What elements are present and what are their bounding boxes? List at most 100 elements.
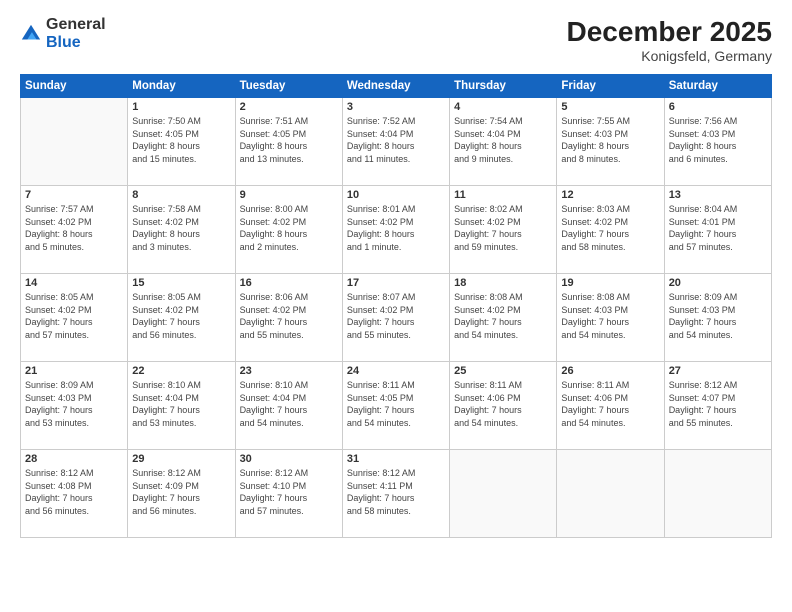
day-info: Sunrise: 8:11 AMSunset: 4:06 PMDaylight:… <box>561 379 659 429</box>
day-info: Sunrise: 8:05 AMSunset: 4:02 PMDaylight:… <box>25 291 123 341</box>
calendar-header-row: Sunday Monday Tuesday Wednesday Thursday… <box>21 75 772 98</box>
day-info: Sunrise: 7:54 AMSunset: 4:04 PMDaylight:… <box>454 115 552 165</box>
calendar: Sunday Monday Tuesday Wednesday Thursday… <box>20 74 772 538</box>
table-row: 24 Sunrise: 8:11 AMSunset: 4:05 PMDayligh… <box>342 362 449 450</box>
day-number: 22 <box>132 365 230 377</box>
table-row: 1 Sunrise: 7:50 AMSunset: 4:05 PMDaylight… <box>128 98 235 186</box>
table-row: 13 Sunrise: 8:04 AMSunset: 4:01 PMDayligh… <box>664 186 771 274</box>
table-row: 17Sunrise: 8:07 AMSunset: 4:02 PMDayligh… <box>342 274 449 362</box>
day-number: 7 <box>25 189 123 201</box>
day-number: 30 <box>240 453 338 465</box>
day-number: 21 <box>25 365 123 377</box>
day-number: 23 <box>240 365 338 377</box>
day-info: Sunrise: 8:04 AMSunset: 4:01 PMDaylight:… <box>669 203 767 253</box>
day-number: 8 <box>132 189 230 201</box>
col-thursday: Thursday <box>450 75 557 98</box>
day-number: 12 <box>561 189 659 201</box>
day-number: 26 <box>561 365 659 377</box>
col-sunday: Sunday <box>21 75 128 98</box>
table-row: 23 Sunrise: 8:10 AMSunset: 4:04 PMDayligh… <box>235 362 342 450</box>
table-row: 14 Sunrise: 8:05 AMSunset: 4:02 PMDayligh… <box>21 274 128 362</box>
day-number: 10 <box>347 189 445 201</box>
day-info: Sunrise: 7:56 AMSunset: 4:03 PMDaylight:… <box>669 115 767 165</box>
page-header: General Blue December 2025 Konigsfeld, G… <box>20 16 772 64</box>
day-info: Sunrise: 8:07 AMSunset: 4:02 PMDaylight:… <box>347 291 445 341</box>
table-row <box>450 450 557 538</box>
day-number: 1 <box>132 101 230 113</box>
day-info: Sunrise: 8:09 AMSunset: 4:03 PMDaylight:… <box>669 291 767 341</box>
day-info: Sunrise: 8:10 AMSunset: 4:04 PMDaylight:… <box>132 379 230 429</box>
day-info: Sunrise: 8:11 AMSunset: 4:05 PMDaylight:… <box>347 379 445 429</box>
col-wednesday: Wednesday <box>342 75 449 98</box>
day-info: Sunrise: 8:02 AMSunset: 4:02 PMDaylight:… <box>454 203 552 253</box>
logo-text: General Blue <box>46 16 106 51</box>
table-row: 30 Sunrise: 8:12 AMSunset: 4:10 PMDayligh… <box>235 450 342 538</box>
day-info: Sunrise: 8:11 AMSunset: 4:06 PMDaylight:… <box>454 379 552 429</box>
day-number: 29 <box>132 453 230 465</box>
day-info: Sunrise: 8:10 AMSunset: 4:04 PMDaylight:… <box>240 379 338 429</box>
day-info: Sunrise: 8:12 AMSunset: 4:08 PMDaylight:… <box>25 467 123 517</box>
col-friday: Friday <box>557 75 664 98</box>
table-row: 28 Sunrise: 8:12 AMSunset: 4:08 PMDayligh… <box>21 450 128 538</box>
table-row: 6 Sunrise: 7:56 AMSunset: 4:03 PMDaylight… <box>664 98 771 186</box>
table-row: 2 Sunrise: 7:51 AMSunset: 4:05 PMDaylight… <box>235 98 342 186</box>
table-row: 18 Sunrise: 8:08 AMSunset: 4:02 PMDayligh… <box>450 274 557 362</box>
table-row: 20Sunrise: 8:09 AMSunset: 4:03 PMDayligh… <box>664 274 771 362</box>
day-number: 11 <box>454 189 552 201</box>
col-monday: Monday <box>128 75 235 98</box>
table-row: 31 Sunrise: 8:12 AMSunset: 4:11 PMDayligh… <box>342 450 449 538</box>
day-number: 18 <box>454 277 552 289</box>
day-info: Sunrise: 7:57 AMSunset: 4:02 PMDaylight:… <box>25 203 123 253</box>
day-info: Sunrise: 8:00 AMSunset: 4:02 PMDaylight:… <box>240 203 338 253</box>
day-info: Sunrise: 7:51 AMSunset: 4:05 PMDaylight:… <box>240 115 338 165</box>
table-row: 27 Sunrise: 8:12 AMSunset: 4:07 PMDayligh… <box>664 362 771 450</box>
day-number: 14 <box>25 277 123 289</box>
table-row: 10 Sunrise: 8:01 AMSunset: 4:02 PMDayligh… <box>342 186 449 274</box>
table-row: 3 Sunrise: 7:52 AMSunset: 4:04 PMDaylight… <box>342 98 449 186</box>
table-row: 16Sunrise: 8:06 AMSunset: 4:02 PMDayligh… <box>235 274 342 362</box>
day-info: Sunrise: 8:09 AMSunset: 4:03 PMDaylight:… <box>25 379 123 429</box>
day-info: Sunrise: 8:03 AMSunset: 4:02 PMDaylight:… <box>561 203 659 253</box>
table-row: 25 Sunrise: 8:11 AMSunset: 4:06 PMDayligh… <box>450 362 557 450</box>
day-number: 3 <box>347 101 445 113</box>
day-info: Sunrise: 7:52 AMSunset: 4:04 PMDaylight:… <box>347 115 445 165</box>
table-row: 15Sunrise: 8:05 AMSunset: 4:02 PMDayligh… <box>128 274 235 362</box>
day-number: 31 <box>347 453 445 465</box>
day-number: 9 <box>240 189 338 201</box>
day-info: Sunrise: 7:55 AMSunset: 4:03 PMDaylight:… <box>561 115 659 165</box>
month-title: December 2025 <box>567 16 772 48</box>
day-info: Sunrise: 7:50 AMSunset: 4:05 PMDaylight:… <box>132 115 230 165</box>
table-row: 7 Sunrise: 7:57 AMSunset: 4:02 PMDaylight… <box>21 186 128 274</box>
day-info: Sunrise: 8:12 AMSunset: 4:07 PMDaylight:… <box>669 379 767 429</box>
logo-icon <box>20 23 42 45</box>
col-saturday: Saturday <box>664 75 771 98</box>
day-info: Sunrise: 8:01 AMSunset: 4:02 PMDaylight:… <box>347 203 445 253</box>
table-row: 4Sunrise: 7:54 AMSunset: 4:04 PMDaylight… <box>450 98 557 186</box>
day-info: Sunrise: 8:12 AMSunset: 4:09 PMDaylight:… <box>132 467 230 517</box>
day-number: 13 <box>669 189 767 201</box>
table-row: 26 Sunrise: 8:11 AMSunset: 4:06 PMDayligh… <box>557 362 664 450</box>
day-number: 24 <box>347 365 445 377</box>
table-row <box>21 98 128 186</box>
day-number: 6 <box>669 101 767 113</box>
table-row: 19Sunrise: 8:08 AMSunset: 4:03 PMDayligh… <box>557 274 664 362</box>
logo: General Blue <box>20 16 106 51</box>
day-number: 27 <box>669 365 767 377</box>
day-info: Sunrise: 8:12 AMSunset: 4:11 PMDaylight:… <box>347 467 445 517</box>
table-row: 5Sunrise: 7:55 AMSunset: 4:03 PMDaylight… <box>557 98 664 186</box>
day-number: 28 <box>25 453 123 465</box>
table-row <box>557 450 664 538</box>
day-info: Sunrise: 8:08 AMSunset: 4:02 PMDaylight:… <box>454 291 552 341</box>
day-number: 25 <box>454 365 552 377</box>
table-row: 12 Sunrise: 8:03 AMSunset: 4:02 PMDayligh… <box>557 186 664 274</box>
day-number: 16 <box>240 277 338 289</box>
day-number: 2 <box>240 101 338 113</box>
day-number: 19 <box>561 277 659 289</box>
table-row: 11 Sunrise: 8:02 AMSunset: 4:02 PMDayligh… <box>450 186 557 274</box>
table-row: 22 Sunrise: 8:10 AMSunset: 4:04 PMDayligh… <box>128 362 235 450</box>
title-block: December 2025 Konigsfeld, Germany <box>567 16 772 64</box>
table-row: 29 Sunrise: 8:12 AMSunset: 4:09 PMDayligh… <box>128 450 235 538</box>
day-info: Sunrise: 8:12 AMSunset: 4:10 PMDaylight:… <box>240 467 338 517</box>
location: Konigsfeld, Germany <box>567 48 772 64</box>
day-info: Sunrise: 8:05 AMSunset: 4:02 PMDaylight:… <box>132 291 230 341</box>
